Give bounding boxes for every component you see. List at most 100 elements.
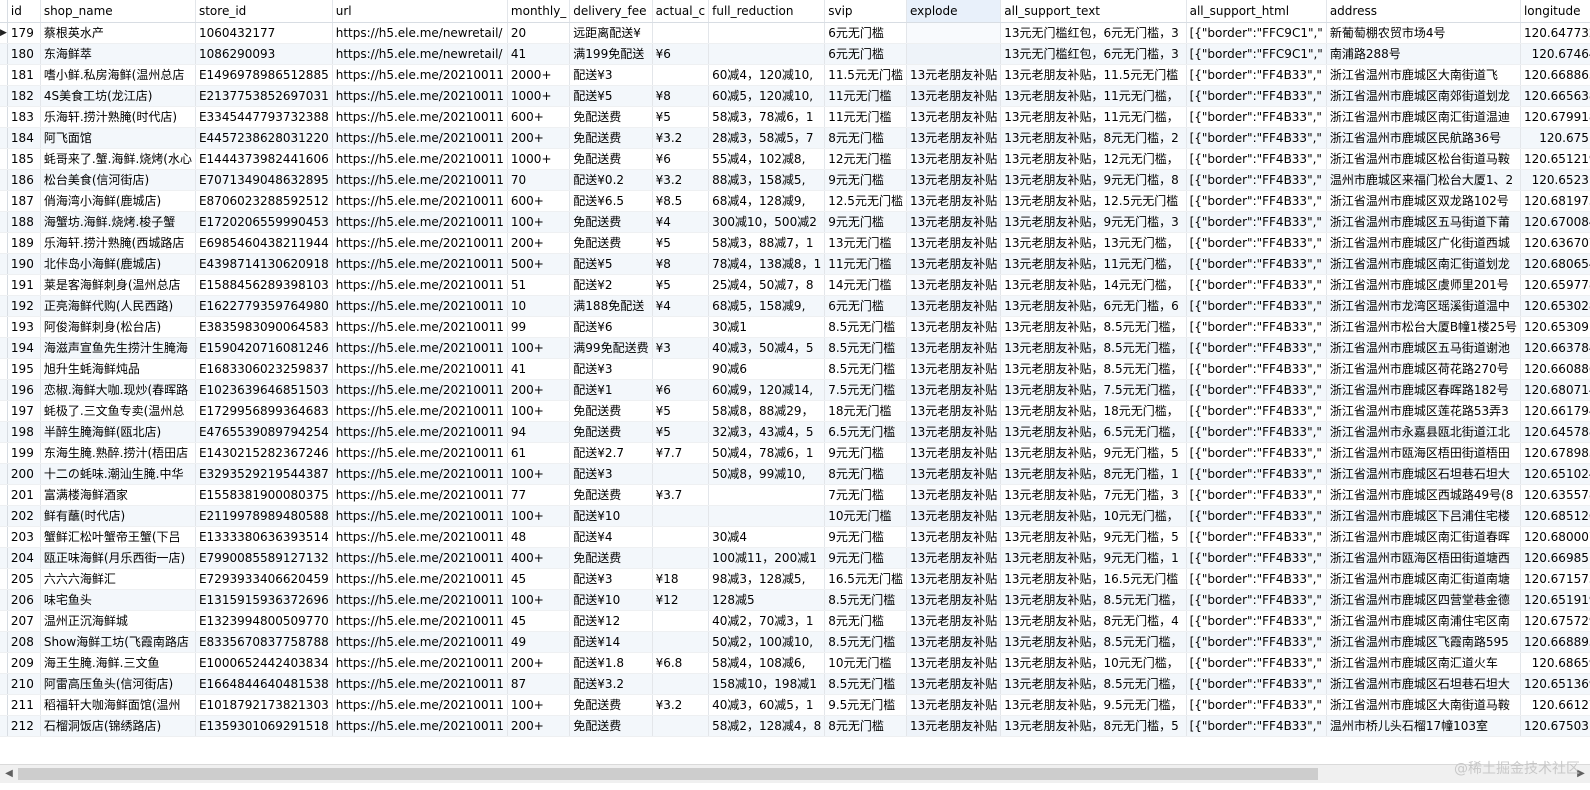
- table-cell[interactable]: 13元老朋友补贴: [906, 295, 1002, 317]
- table-cell[interactable]: 温州正沉海鲜城: [40, 610, 196, 632]
- table-cell[interactable]: E8335670837758788: [195, 631, 333, 653]
- data-grid[interactable]: id shop_name store_id url monthly_ deliv…: [0, 0, 1590, 764]
- table-cell[interactable]: [652, 610, 710, 632]
- table-cell[interactable]: 120.653091: [1520, 316, 1590, 338]
- table-cell[interactable]: 200+: [507, 379, 571, 401]
- table-cell[interactable]: 蚝哥来了.蟹.海鲜.烧烤(水心: [40, 148, 196, 170]
- table-cell[interactable]: 68减4，128减9,: [708, 190, 826, 212]
- table-cell[interactable]: 13元老朋友补贴，9元无门槛，8: [1000, 169, 1187, 191]
- table-cell[interactable]: 40减3，50减4，5: [708, 337, 826, 359]
- column-header[interactable]: store_id: [195, 0, 333, 23]
- table-cell[interactable]: 浙江省温州市鹿城区南汇街道南塘: [1326, 568, 1521, 590]
- table-cell[interactable]: [{"border":"FF4B33",": [1186, 211, 1327, 233]
- table-cell[interactable]: 13元老朋友补贴: [906, 610, 1002, 632]
- table-cell[interactable]: https://h5.ele.me/20210011: [332, 85, 508, 107]
- table-cell[interactable]: E3835983090064583: [195, 316, 333, 338]
- row-marker[interactable]: [0, 358, 8, 380]
- column-header[interactable]: longitude: [1520, 0, 1590, 23]
- table-cell[interactable]: 12元无门槛: [824, 148, 907, 170]
- table-cell[interactable]: [{"border":"FF4B33",": [1186, 316, 1327, 338]
- row-marker[interactable]: [0, 568, 8, 590]
- table-cell[interactable]: 配送¥3.2: [569, 673, 653, 695]
- table-cell[interactable]: 13元无门槛: [824, 232, 907, 254]
- table-row[interactable]: 191 莱是客海鲜刺身(温州总店 E1588456289398103 https://…: [0, 274, 1590, 296]
- table-cell[interactable]: E7293933406620459: [195, 568, 333, 590]
- table-cell[interactable]: 50减2，100减10,: [708, 631, 826, 653]
- table-cell[interactable]: 120.669851: [1520, 547, 1590, 569]
- table-row[interactable]: 192 正亮海鲜代购(人民西路) E1622779359764980 https://…: [0, 295, 1590, 317]
- table-cell[interactable]: 120.635578: [1520, 484, 1590, 506]
- table-cell[interactable]: 配送¥6: [569, 316, 653, 338]
- table-cell[interactable]: E7990085589127132: [195, 547, 333, 569]
- table-cell[interactable]: 40减2，70减3，1: [708, 610, 826, 632]
- table-cell[interactable]: 6元无门槛: [824, 22, 907, 44]
- table-cell[interactable]: 东海鲜萃: [40, 43, 196, 65]
- table-cell[interactable]: 32减3，43减4，5: [708, 421, 826, 443]
- table-cell[interactable]: ¥6: [652, 43, 710, 65]
- row-marker[interactable]: [0, 379, 8, 401]
- table-cell[interactable]: 193: [7, 316, 41, 338]
- table-cell[interactable]: 满199免配送: [569, 43, 653, 65]
- table-cell[interactable]: [{"border":"FFC9C1",": [1186, 43, 1327, 65]
- table-cell[interactable]: 13元老朋友补贴，6元无门槛，6: [1000, 295, 1187, 317]
- table-cell[interactable]: 120.668895: [1520, 631, 1590, 653]
- table-cell[interactable]: 13元老朋友补贴，11.5元无门槛: [1000, 64, 1187, 86]
- table-cell[interactable]: 远距离配送¥: [569, 22, 653, 44]
- table-cell[interactable]: 13元老朋友补贴: [906, 484, 1002, 506]
- table-cell[interactable]: 13元老朋友补贴，12.5元无门槛: [1000, 190, 1187, 212]
- table-cell[interactable]: 13元老朋友补贴: [906, 568, 1002, 590]
- table-cell[interactable]: 13元老朋友补贴: [906, 547, 1002, 569]
- table-row[interactable]: 196 恋椒.海鲜大咖.现炒(春晖路 E1023639646851503 https:…: [0, 379, 1590, 401]
- table-cell[interactable]: 浙江省温州市鹿城区下吕浦住宅楼: [1326, 505, 1521, 527]
- table-cell[interactable]: 9.5元无门槛: [824, 694, 907, 716]
- table-cell[interactable]: 鲜有蘸(时代店): [40, 505, 196, 527]
- table-cell[interactable]: 186: [7, 169, 41, 191]
- row-marker[interactable]: [0, 715, 8, 737]
- table-cell[interactable]: 蔡根英水产: [40, 22, 196, 44]
- table-cell[interactable]: 60减9，120减14,: [708, 379, 826, 401]
- table-cell[interactable]: [{"border":"FF4B33",": [1186, 673, 1327, 695]
- table-cell[interactable]: 191: [7, 274, 41, 296]
- table-cell[interactable]: 14元无门槛: [824, 274, 907, 296]
- table-cell[interactable]: 13元老朋友补贴，6.5元无门槛，: [1000, 421, 1187, 443]
- table-row[interactable]: 212 石榴洞饭店(锦绣路店) E1359301069291518 https://h…: [0, 715, 1590, 737]
- table-cell[interactable]: 13元老朋友补贴: [906, 232, 1002, 254]
- table-cell[interactable]: 182: [7, 85, 41, 107]
- column-header[interactable]: actual_c: [652, 0, 710, 23]
- table-cell[interactable]: ¥5: [652, 400, 710, 422]
- table-cell[interactable]: 8元无门槛: [824, 715, 907, 737]
- table-cell[interactable]: https://h5.ele.me/20210011: [332, 715, 508, 737]
- table-cell[interactable]: https://h5.ele.me/20210011: [332, 64, 508, 86]
- table-cell[interactable]: 免配送费: [569, 148, 653, 170]
- table-cell[interactable]: 40减3，60减5，1: [708, 694, 826, 716]
- table-cell[interactable]: [{"border":"FF4B33",": [1186, 337, 1327, 359]
- column-header[interactable]: full_reduction: [708, 0, 826, 23]
- table-cell[interactable]: 58减3，88减7，1: [708, 232, 826, 254]
- table-cell[interactable]: E1664844640481538: [195, 673, 333, 695]
- table-cell[interactable]: 50减4，78减6，1: [708, 442, 826, 464]
- table-cell[interactable]: 9元无门槛: [824, 169, 907, 191]
- table-cell[interactable]: https://h5.ele.me/20210011: [332, 316, 508, 338]
- table-cell[interactable]: 120.675729: [1520, 610, 1590, 632]
- table-cell[interactable]: 13元老朋友补贴，13元无门槛，: [1000, 232, 1187, 254]
- table-cell[interactable]: 13元老朋友补贴，8元无门槛，1: [1000, 463, 1187, 485]
- table-cell[interactable]: 浙江省温州市瓯海区梧田街道塘西: [1326, 547, 1521, 569]
- table-cell[interactable]: 13元老朋友补贴，7元无门槛，3: [1000, 484, 1187, 506]
- table-row[interactable]: 194 海滋声宣鱼先生捞汁生腌海 E1590420716081246 https://…: [0, 337, 1590, 359]
- table-cell[interactable]: 500+: [507, 253, 571, 275]
- table-cell[interactable]: 13元老朋友补贴: [906, 694, 1002, 716]
- table-cell[interactable]: 120.651919: [1520, 589, 1590, 611]
- table-cell[interactable]: 7元无门槛: [824, 484, 907, 506]
- table-row[interactable]: 184 阿飞面馆 E4457238628031220 https://h5.ele.m…: [0, 127, 1590, 149]
- table-cell[interactable]: 十二の蚝味.潮汕生腌.中华: [40, 463, 196, 485]
- table-cell[interactable]: 六六六海鲜汇: [40, 568, 196, 590]
- table-cell[interactable]: 阿飞面馆: [40, 127, 196, 149]
- table-cell[interactable]: E4765539089794254: [195, 421, 333, 443]
- table-cell[interactable]: 120.680714: [1520, 379, 1590, 401]
- table-cell[interactable]: https://h5.ele.me/20210011: [332, 148, 508, 170]
- table-cell[interactable]: 13元老朋友补贴: [906, 64, 1002, 86]
- table-cell[interactable]: 免配送费: [569, 547, 653, 569]
- table-cell[interactable]: 49: [507, 631, 571, 653]
- table-cell[interactable]: 181: [7, 64, 41, 86]
- table-cell[interactable]: ¥8: [652, 253, 710, 275]
